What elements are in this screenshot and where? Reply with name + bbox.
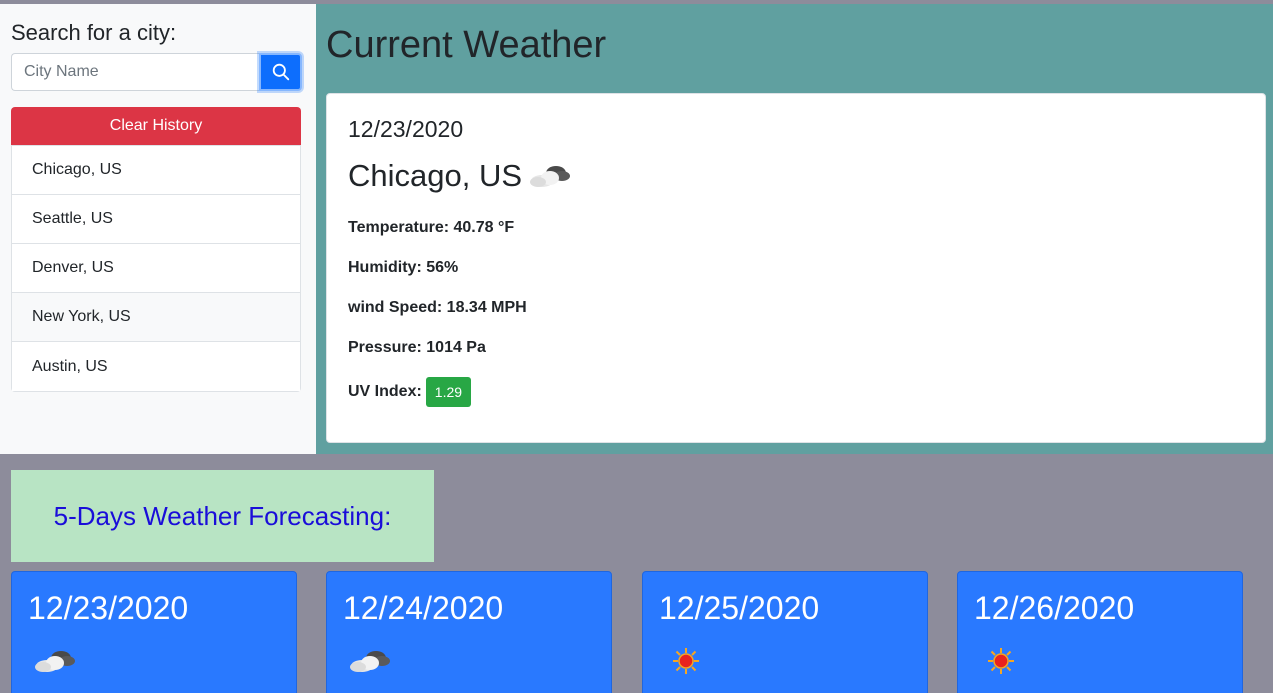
search-icon xyxy=(272,63,289,81)
history-item-chicago[interactable]: Chicago, US xyxy=(12,146,300,195)
sun-icon xyxy=(988,648,1014,674)
forecast-card: 12/23/2020 xyxy=(11,571,297,693)
sidebar: Search for a city: Clear History Chicago… xyxy=(0,4,316,454)
cloudy-icon xyxy=(530,166,571,187)
pressure-text: Pressure: 1014 Pa xyxy=(348,339,486,356)
search-label: Search for a city: xyxy=(11,20,177,45)
forecast-date: 12/25/2020 xyxy=(659,590,820,626)
search-input[interactable] xyxy=(11,53,259,91)
sun-icon xyxy=(673,648,699,674)
uv-index-badge: 1.29 xyxy=(425,377,472,407)
forecast-header: 5-Days Weather Forecasting: xyxy=(11,470,434,562)
current-weather-card: 12/23/2020 Chicago, US Temperature: 40.7… xyxy=(326,93,1266,443)
current-city-name: Chicago, US xyxy=(348,158,523,193)
clear-history-button[interactable]: Clear History xyxy=(11,107,301,145)
history-item-new-york[interactable]: New York, US xyxy=(12,293,300,342)
forecast-date: 12/24/2020 xyxy=(343,590,504,626)
current-city: Chicago, US xyxy=(348,158,572,194)
history-item-seattle[interactable]: Seattle, US xyxy=(12,195,300,244)
temperature-text: Temperature: 40.78 °F xyxy=(348,219,515,236)
current-weather-panel: Current Weather 12/23/2020 Chicago, US T… xyxy=(316,4,1273,454)
humidity-text: Humidity: 56% xyxy=(348,259,459,276)
cloudy-icon xyxy=(35,651,75,672)
current-weather-title: Current Weather xyxy=(326,24,607,66)
forecast-card: 12/25/2020 xyxy=(642,571,928,693)
forecast-date: 12/23/2020 xyxy=(28,590,189,626)
uv-index-label: UV Index: xyxy=(348,383,422,400)
history-item-austin[interactable]: Austin, US xyxy=(12,342,300,391)
search-button[interactable] xyxy=(259,53,302,91)
cloudy-icon xyxy=(350,651,390,672)
wind-speed-text: wind Speed: 18.34 MPH xyxy=(348,299,527,316)
forecast-card: 12/26/2020 xyxy=(957,571,1243,693)
forecast-date: 12/26/2020 xyxy=(974,590,1135,626)
history-item-denver[interactable]: Denver, US xyxy=(12,244,300,293)
forecast-title: 5-Days Weather Forecasting: xyxy=(53,500,392,531)
current-date: 12/23/2020 xyxy=(348,116,464,142)
history-list: Chicago, US Seattle, US Denver, US New Y… xyxy=(11,145,301,392)
search-form xyxy=(11,53,302,91)
uv-index-row: UV Index: 1.29 xyxy=(348,377,472,407)
forecast-card: 12/24/2020 xyxy=(326,571,612,693)
